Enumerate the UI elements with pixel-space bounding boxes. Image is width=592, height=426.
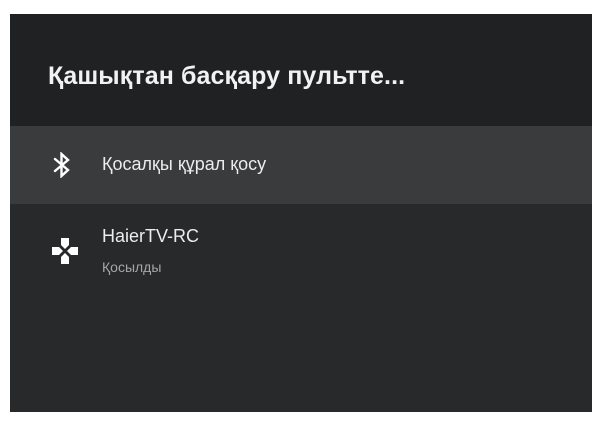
add-accessory-label: Қосалқы құрал қосу [102,154,267,174]
device-status: Қосылды [102,259,162,275]
gamepad-icon [50,236,80,266]
panel-header: Қашықтан басқару пультте... [10,14,592,126]
bluetooth-icon [52,151,72,179]
device-item-haiertv-rc[interactable]: HaierTV-RC Қосылды [10,204,592,294]
add-accessory-item[interactable]: Қосалқы құрал қосу [10,126,592,204]
page-title: Қашықтан басқару пультте... [48,62,406,90]
device-name: HaierTV-RC [102,226,200,246]
remotes-panel: Қашықтан басқару пультте... Қосалқы құра… [10,14,592,412]
